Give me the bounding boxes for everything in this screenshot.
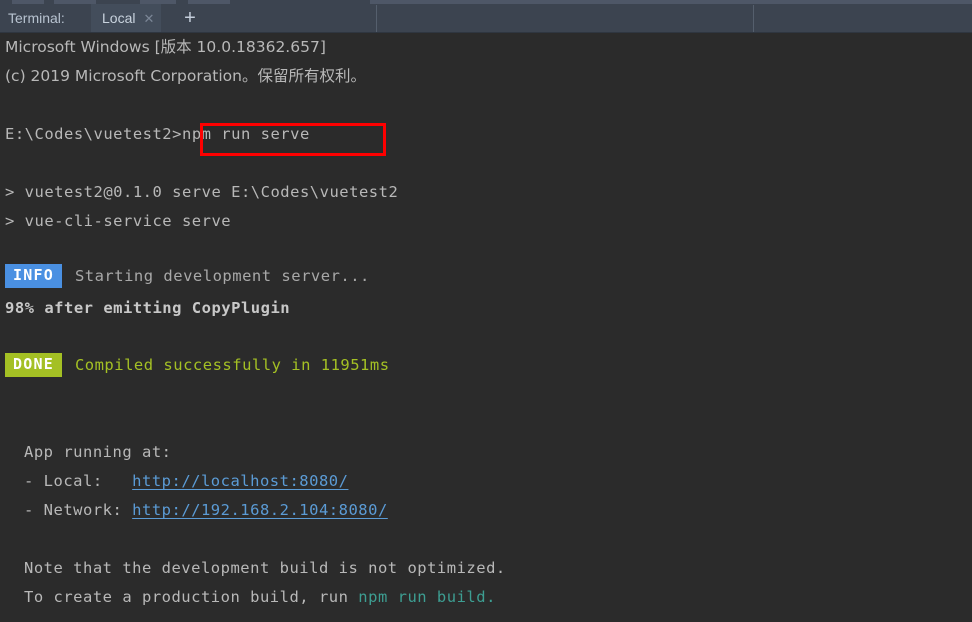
close-icon[interactable]: ✕	[143, 12, 154, 25]
line-progress: 98% after emitting CopyPlugin	[5, 299, 291, 317]
status-badge-done: DONE	[5, 353, 62, 377]
terminal-panel-label: Terminal:	[8, 10, 65, 26]
note-2-command: npm run build	[358, 588, 487, 606]
line-done: DONE Compiled successfully in 11951ms	[5, 351, 390, 380]
note-2-suffix: .	[486, 588, 496, 606]
line-network-url: - Network: http://192.168.2.104:8080/	[24, 496, 388, 525]
network-url-label: - Network:	[24, 501, 133, 519]
terminal-tab-local[interactable]: Local ✕	[91, 4, 162, 32]
local-url-label: - Local:	[24, 472, 133, 490]
tab-bar-divider-2	[753, 5, 754, 32]
tab-bar-divider-1	[376, 5, 377, 32]
done-message: Compiled successfully in 11951ms	[74, 356, 390, 374]
local-url-link[interactable]: http://localhost:8080/	[132, 472, 348, 490]
line-prompt-command: E:\Codes\vuetest2>npm run serve	[5, 120, 310, 149]
prompt-path: E:\Codes\vuetest2>	[5, 125, 182, 143]
line-copyright: (c) 2019 Microsoft Corporation。保留所有权利。	[5, 67, 366, 85]
line-app-running: App running at:	[24, 443, 172, 461]
plus-icon[interactable]: +	[172, 4, 208, 32]
line-npm-package: > vuetest2@0.1.0 serve E:\Codes\vuetest2	[5, 183, 399, 201]
terminal-tab-local-label: Local	[102, 10, 136, 26]
line-windows-version: Microsoft Windows [版本 10.0.18362.657]	[5, 38, 326, 56]
line-npm-script: > vue-cli-service serve	[5, 212, 232, 230]
typed-command: npm run serve	[181, 125, 310, 143]
line-info: INFO Starting development server...	[5, 262, 370, 291]
line-local-url: - Local: http://localhost:8080/	[24, 467, 348, 496]
terminal-output-panel[interactable]: Microsoft Windows [版本 10.0.18362.657] (c…	[0, 33, 972, 622]
info-message: Starting development server...	[74, 267, 370, 285]
note-2-prefix: To create a production build, run	[24, 588, 359, 606]
status-badge-info: INFO	[5, 264, 62, 288]
line-note-1: Note that the development build is not o…	[24, 559, 506, 577]
terminal-tab-bar: Terminal: Local ✕ +	[0, 4, 972, 33]
network-url-link[interactable]: http://192.168.2.104:8080/	[132, 501, 388, 519]
line-note-2: To create a production build, run npm ru…	[24, 583, 496, 612]
